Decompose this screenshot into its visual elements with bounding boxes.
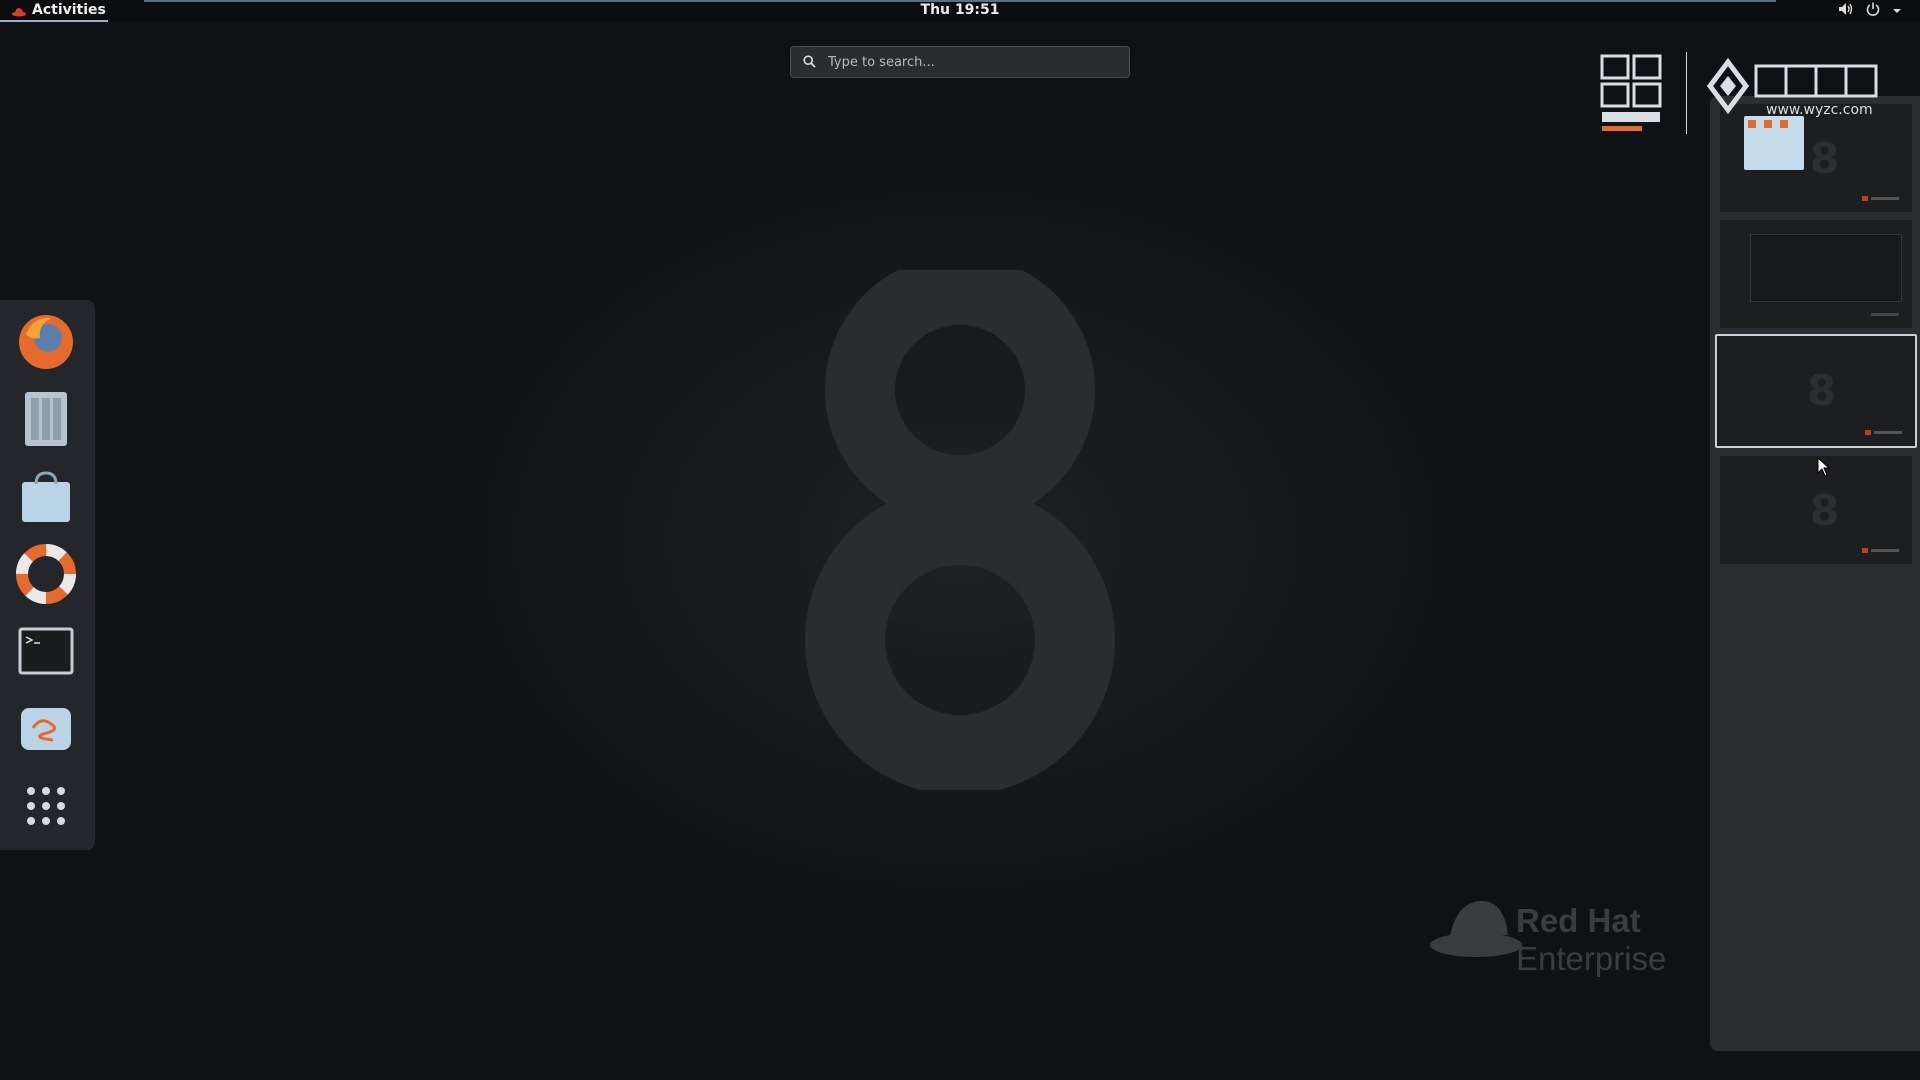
- watermark-separator: [1686, 52, 1687, 134]
- power-icon[interactable]: [1866, 2, 1880, 20]
- search-icon: [803, 53, 816, 72]
- volume-icon[interactable]: [1838, 2, 1854, 20]
- watermark-url: www.wyzc.com: [1766, 102, 1873, 118]
- app-grid-icon: [27, 787, 65, 825]
- wallpaper-version-mark: [805, 270, 1115, 790]
- redhat-mini-logo: [1865, 430, 1902, 435]
- system-tray[interactable]: [1838, 2, 1902, 20]
- dash-item-terminal[interactable]: [14, 620, 78, 684]
- redhat-mini-logo: [1862, 196, 1899, 201]
- dash-item-help[interactable]: [14, 542, 78, 606]
- files-icon: [25, 392, 67, 446]
- brand-line-1: Red Hat: [1516, 902, 1641, 939]
- dash-item-software[interactable]: [14, 465, 78, 529]
- workspace-thumbnail[interactable]: [1720, 220, 1912, 328]
- workspace-thumbnail-active[interactable]: 8: [1715, 334, 1917, 448]
- dash: [0, 300, 95, 850]
- terminal-icon: [18, 627, 74, 675]
- workspace-switcher: 8 8 8: [1710, 96, 1920, 1051]
- search-input[interactable]: [826, 53, 1110, 71]
- cockpit-icon: [21, 708, 71, 750]
- search-box[interactable]: [790, 46, 1130, 78]
- mouse-cursor-icon: [1817, 457, 1831, 477]
- workspace-wallpaper-mark: 8: [1810, 134, 1840, 183]
- window-thumbnail[interactable]: [1744, 116, 1804, 170]
- show-applications-button[interactable]: [14, 774, 78, 838]
- workspace-wallpaper-mark: 8: [1807, 366, 1837, 415]
- dash-item-files[interactable]: [14, 387, 78, 451]
- software-bag-icon: [22, 471, 70, 522]
- window-thumbnail[interactable]: [1750, 234, 1902, 302]
- dash-item-firefox[interactable]: [14, 310, 78, 374]
- redhat-mini-logo: [1862, 548, 1899, 553]
- desktop-overview: Activities Thu 19:51 Red Hat Ente: [0, 0, 1920, 1080]
- redhat-mini-logo: [1871, 313, 1899, 316]
- chevron-down-icon[interactable]: [1892, 3, 1902, 19]
- top-bar: Activities Thu 19:51: [0, 0, 1920, 22]
- workspace-wallpaper-mark: 8: [1810, 486, 1840, 535]
- firefox-icon: [19, 315, 73, 369]
- watermark-logo-dongfang: [1600, 54, 1662, 131]
- clock[interactable]: Thu 19:51: [0, 2, 1920, 18]
- workspace-thumbnail[interactable]: 8: [1720, 456, 1912, 564]
- workspace-thumbnail[interactable]: 8: [1720, 104, 1912, 212]
- dash-item-cockpit[interactable]: [14, 697, 78, 761]
- help-lifebuoy-icon: [16, 544, 76, 604]
- brand-line-2: Enterprise: [1516, 940, 1667, 977]
